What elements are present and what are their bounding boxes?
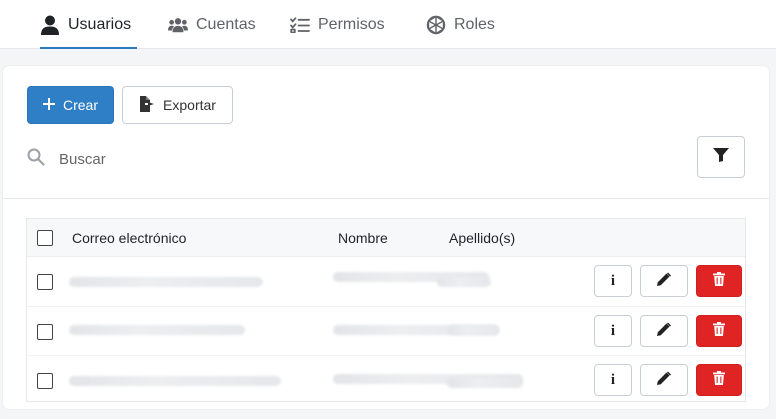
file-export-icon <box>139 95 155 115</box>
info-icon: i <box>610 322 616 339</box>
table-row: i <box>27 257 745 306</box>
tab-cuentas[interactable]: Cuentas <box>168 0 256 49</box>
checklist-icon <box>290 15 310 35</box>
export-button[interactable]: Exportar <box>122 86 233 124</box>
email-cell-redacted <box>69 277 263 287</box>
create-button[interactable]: Crear <box>27 86 114 124</box>
search-bar <box>27 144 547 174</box>
edit-button[interactable] <box>640 315 688 347</box>
top-tab-bar: Usuarios Cuentas Permisos Roles <box>0 0 776 49</box>
row-checkbox[interactable] <box>37 324 53 340</box>
search-input[interactable] <box>59 150 459 168</box>
pencil-icon <box>657 322 671 341</box>
info-icon: i <box>610 272 616 289</box>
row-checkbox[interactable] <box>37 274 53 290</box>
tab-usuarios[interactable]: Usuarios <box>40 0 138 49</box>
row-checkbox[interactable] <box>37 373 53 389</box>
export-button-label: Exportar <box>163 97 216 113</box>
column-header-email[interactable]: Correo electrónico <box>72 219 186 257</box>
user-icon <box>40 15 60 35</box>
column-header-name[interactable]: Nombre <box>338 219 388 257</box>
tab-permisos[interactable]: Permisos <box>290 0 385 49</box>
tab-roles[interactable]: Roles <box>426 0 495 49</box>
trash-icon <box>713 321 725 341</box>
tab-label: Usuarios <box>68 15 132 33</box>
users-card: Crear Exportar Correo electrónico Nombre… <box>3 66 769 409</box>
delete-button[interactable] <box>696 364 742 396</box>
tab-label: Permisos <box>318 15 385 33</box>
users-group-icon <box>168 15 188 35</box>
delete-button[interactable] <box>696 315 742 347</box>
surname-cell-redacted <box>437 277 491 287</box>
filter-button[interactable] <box>697 136 745 178</box>
surname-cell-redacted <box>447 325 499 335</box>
users-table: Correo electrónico Nombre Apellido(s) i <box>26 218 746 402</box>
edit-button[interactable] <box>640 265 688 297</box>
search-icon <box>27 148 45 171</box>
section-divider <box>3 198 769 199</box>
roles-globe-icon <box>426 15 446 35</box>
info-button[interactable]: i <box>594 315 632 347</box>
email-cell-redacted <box>69 376 281 386</box>
tab-label: Cuentas <box>196 15 256 33</box>
trash-icon <box>713 370 725 390</box>
create-button-label: Crear <box>62 97 98 113</box>
plus-icon <box>42 97 55 113</box>
info-icon: i <box>610 371 616 388</box>
surname-cell-redacted <box>447 378 523 388</box>
delete-button[interactable] <box>696 265 742 297</box>
edit-button[interactable] <box>640 364 688 396</box>
select-all-checkbox[interactable] <box>37 230 53 246</box>
table-header: Correo electrónico Nombre Apellido(s) <box>27 219 745 257</box>
tab-label: Roles <box>454 15 495 33</box>
info-button[interactable]: i <box>594 364 632 396</box>
info-button[interactable]: i <box>594 265 632 297</box>
table-row: i <box>27 306 745 355</box>
trash-icon <box>713 271 725 291</box>
column-header-surname[interactable]: Apellido(s) <box>449 219 515 257</box>
pencil-icon <box>657 371 671 390</box>
filter-icon <box>713 147 729 167</box>
email-cell-redacted <box>69 325 245 335</box>
pencil-icon <box>657 272 671 291</box>
table-row: i <box>27 355 745 404</box>
